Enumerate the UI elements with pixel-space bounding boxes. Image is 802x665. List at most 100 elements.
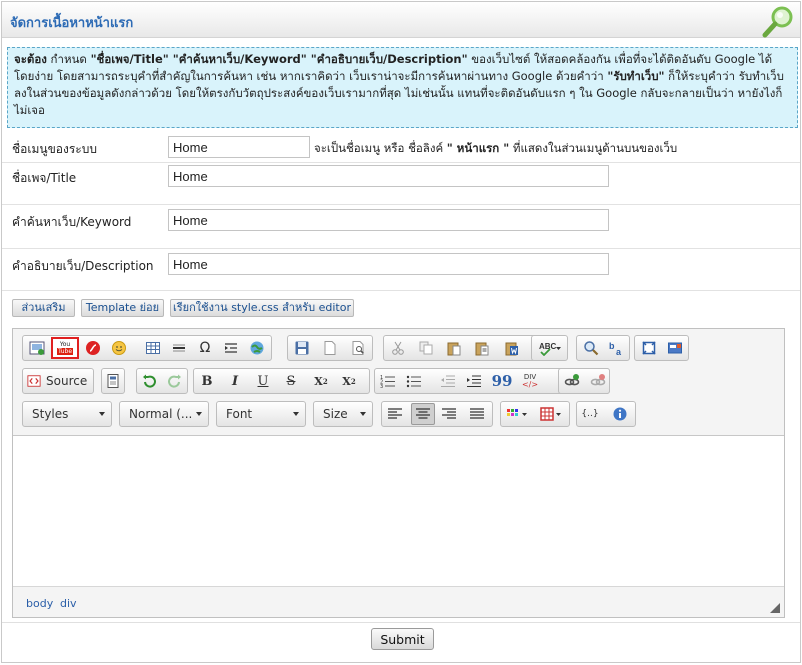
about-info-icon[interactable]: [610, 405, 630, 423]
youtube-logo: You Tube: [56, 341, 74, 355]
div-brackets-icon: </>: [521, 380, 539, 389]
code-snippet-icon[interactable]: {..}: [580, 405, 600, 423]
paste-word-icon[interactable]: [502, 339, 522, 357]
redo-icon[interactable]: [165, 372, 185, 390]
code-text: {..}: [581, 409, 599, 419]
find-icon[interactable]: [581, 339, 601, 357]
strike-button[interactable]: S: [281, 372, 301, 390]
toolbar-clipboard-group: [383, 335, 536, 361]
subscript-button[interactable]: X2: [311, 372, 331, 390]
notice-example: "รับทำเว็บ": [607, 69, 665, 83]
rich-text-editor: You Tube Ω ABC b a Source B I U S X 2 X …: [12, 328, 785, 618]
resize-handle-icon[interactable]: [770, 603, 780, 613]
toolbar-find-group: ba: [576, 335, 630, 361]
menu-name-label: ชื่อเมนูของระบบ: [12, 142, 97, 156]
row-keyword: คำค้นหาเว็บ/Keyword: [2, 205, 800, 249]
show-blocks-icon[interactable]: [665, 339, 685, 357]
svg-text:ABC: ABC: [539, 342, 557, 351]
special-char-icon[interactable]: Ω: [195, 339, 215, 357]
format-value: Normal (...: [129, 407, 193, 421]
numbered-list-icon[interactable]: 123: [378, 372, 398, 390]
new-page-icon[interactable]: [320, 339, 340, 357]
styles-value: Styles: [32, 407, 69, 421]
element-path-bar: body div: [13, 587, 784, 617]
replace-icon[interactable]: ba: [607, 339, 627, 357]
toolbar-insert-group: You Tube Ω: [22, 335, 272, 361]
outdent-icon[interactable]: [438, 372, 458, 390]
save-icon[interactable]: [292, 339, 312, 357]
path-div[interactable]: div: [60, 597, 77, 610]
unlink-icon[interactable]: [588, 372, 608, 390]
size-value: Size: [323, 407, 348, 421]
tab-extras[interactable]: ส่วนเสริม: [12, 299, 75, 317]
tab-sub-template[interactable]: Template ย่อย: [81, 299, 164, 317]
paste-text-icon[interactable]: [472, 339, 492, 357]
keyword-label: คำค้นหาเว็บ/Keyword: [12, 215, 132, 229]
keyword-input[interactable]: [168, 209, 609, 231]
toolbar-document-group: [287, 335, 373, 361]
blockquote-button[interactable]: 99: [492, 372, 513, 390]
editor-content-area[interactable]: [13, 435, 784, 587]
page-title: จัดการเนื้อหาหน้าแรก: [10, 16, 134, 31]
youtube-icon[interactable]: You Tube: [51, 337, 79, 359]
font-value: Font: [226, 407, 253, 421]
title-label: ชื่อเพจ/Title: [12, 171, 77, 185]
bulleted-list-icon[interactable]: [404, 372, 424, 390]
table-icon[interactable]: [143, 339, 163, 357]
size-dropdown[interactable]: Size: [313, 401, 373, 427]
toolbar-misc-group: {..}: [576, 401, 636, 427]
toolbar-basicstyles-group: B I U S X2 X2: [193, 368, 370, 394]
preview-icon[interactable]: [348, 339, 368, 357]
submit-button[interactable]: Submit: [371, 628, 434, 650]
menu-name-input[interactable]: [168, 136, 310, 158]
chevron-down-icon: [360, 412, 366, 416]
iframe-icon[interactable]: [247, 339, 267, 357]
page-break-icon[interactable]: [221, 339, 241, 357]
div-container-button[interactable]: DIV </>: [520, 372, 540, 390]
spellcheck-icon[interactable]: ABC: [536, 339, 564, 357]
superscript-button[interactable]: X2: [339, 372, 359, 390]
superscript-x: X: [342, 374, 351, 388]
hint-menu-home: " หน้าแรก ": [446, 141, 510, 155]
toolbar-history-group: [136, 368, 188, 394]
horizontal-line-icon[interactable]: [169, 339, 189, 357]
maximize-icon[interactable]: [639, 339, 659, 357]
image-icon[interactable]: [27, 339, 47, 357]
magnifier-icon: [762, 6, 793, 38]
templates-icon[interactable]: [103, 372, 123, 390]
indent-icon[interactable]: [464, 372, 484, 390]
title-input[interactable]: [168, 165, 609, 187]
bold-button[interactable]: B: [197, 372, 217, 390]
content-panel: จัดการเนื้อหาหน้าแรก จะต้อง กำหนด "ชื่อเ…: [1, 1, 801, 663]
row-description: คำอธิบายเว็บ/Description: [2, 249, 800, 291]
copy-icon[interactable]: [416, 339, 436, 357]
link-icon[interactable]: [562, 372, 582, 390]
source-button[interactable]: Source: [27, 372, 91, 390]
path-body[interactable]: body: [26, 597, 53, 610]
chevron-down-icon: [293, 412, 299, 416]
cut-icon[interactable]: [388, 339, 408, 357]
paste-icon[interactable]: [444, 339, 464, 357]
italic-button[interactable]: I: [225, 372, 245, 390]
align-center-icon[interactable]: [411, 403, 435, 425]
toolbar-align-group: [381, 401, 493, 427]
flash-icon[interactable]: [83, 339, 103, 357]
undo-icon[interactable]: [139, 372, 159, 390]
chevron-down-icon: [196, 412, 202, 416]
align-left-icon[interactable]: [385, 405, 405, 423]
styles-dropdown[interactable]: Styles: [22, 401, 112, 427]
text-color-icon[interactable]: [504, 405, 532, 423]
font-dropdown[interactable]: Font: [216, 401, 306, 427]
svg-text:b: b: [609, 341, 615, 351]
table-color-icon[interactable]: [537, 405, 567, 423]
description-input[interactable]: [168, 253, 609, 275]
align-justify-icon[interactable]: [467, 405, 487, 423]
subscript-mark: 2: [322, 376, 328, 386]
notice-fields: "ชื่อเพจ/Title" "คำค้นหาเว็บ/Keyword" "ค…: [90, 52, 468, 66]
hint-text-1: จะเป็นชื่อเมนู หรือ ชื่อลิงค์: [314, 141, 447, 155]
format-dropdown[interactable]: Normal (...: [119, 401, 209, 427]
align-right-icon[interactable]: [439, 405, 459, 423]
underline-button[interactable]: U: [253, 372, 273, 390]
smiley-icon[interactable]: [109, 339, 129, 357]
tab-style-css[interactable]: เรียกใช้งาน style.css สำหรับ editor: [170, 299, 354, 317]
